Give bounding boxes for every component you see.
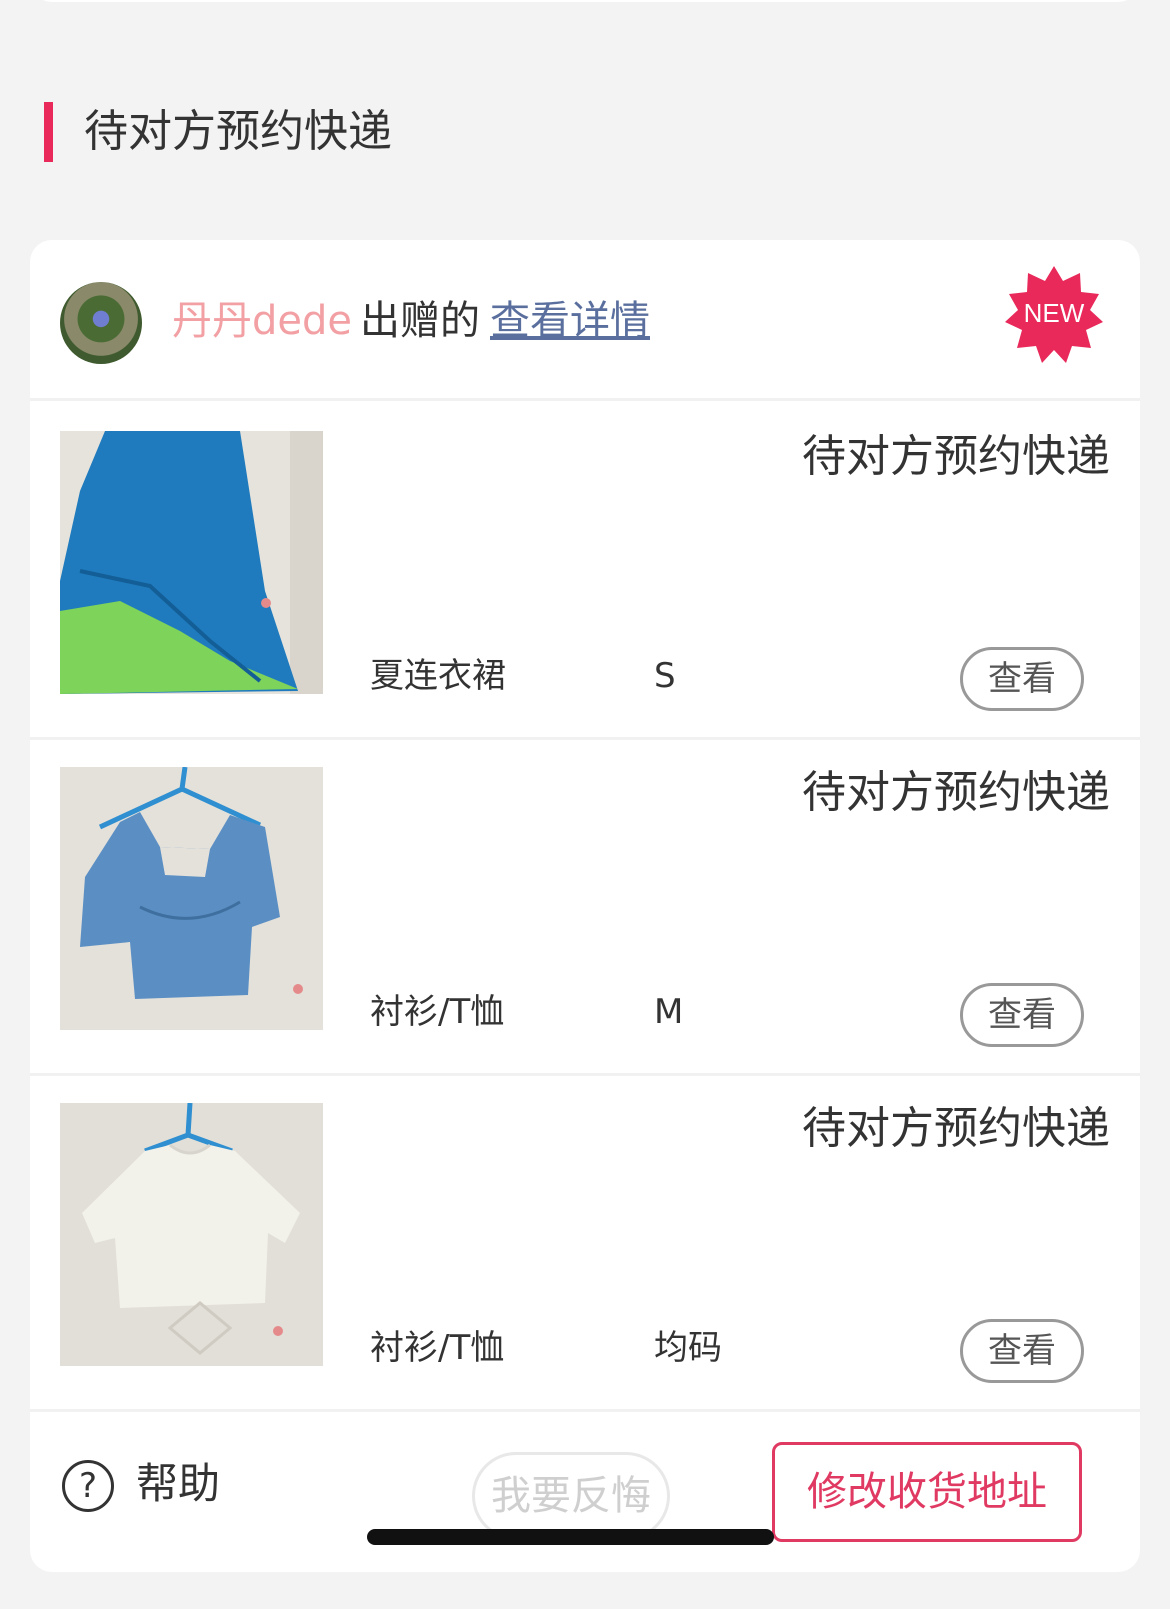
item-size: 均码 [654, 1328, 722, 1368]
item-size: S [654, 656, 676, 696]
item-row[interactable]: 待对方预约快递 夏连衣裙 S 查看 [30, 401, 1140, 740]
new-badge-label: NEW [1024, 298, 1085, 328]
view-button[interactable]: 查看 [960, 1319, 1084, 1383]
item-category: 衬衫/T恤 [370, 992, 505, 1032]
item-category: 衬衫/T恤 [370, 1328, 505, 1368]
card-header: 丹丹dede 出赠的 查看详情 NEW [30, 240, 1140, 401]
edit-address-button[interactable]: 修改收货地址 [772, 1442, 1082, 1542]
section-title: 待对方预约快递 [84, 106, 392, 157]
help-icon[interactable]: ? [62, 1460, 114, 1512]
donor-suffix: 出赠的 [360, 298, 480, 344]
header-text: 丹丹dede 出赠的 查看详情 [172, 286, 650, 356]
previous-card [30, 0, 1140, 2]
accent-bar [44, 102, 53, 162]
item-status: 待对方预约快递 [802, 431, 1110, 482]
item-size: M [654, 992, 684, 1032]
home-indicator [367, 1529, 774, 1545]
view-details-link[interactable]: 查看详情 [490, 298, 650, 344]
card-footer: ? 帮助 我要反悔 修改收货地址 [30, 1412, 1140, 1572]
view-button[interactable]: 查看 [960, 983, 1084, 1047]
view-button[interactable]: 查看 [960, 647, 1084, 711]
item-row[interactable]: 待对方预约快递 衬衫/T恤 均码 查看 [30, 1073, 1140, 1412]
donor-name[interactable]: 丹丹dede [172, 298, 352, 344]
help-label[interactable]: 帮助 [136, 1454, 220, 1514]
item-row[interactable]: 待对方预约快递 衬衫/T恤 M 查看 [30, 737, 1140, 1076]
regret-button[interactable]: 我要反悔 [472, 1452, 670, 1540]
item-status: 待对方预约快递 [802, 1103, 1110, 1154]
avatar[interactable] [60, 282, 142, 364]
item-photo[interactable] [60, 431, 323, 694]
item-photo[interactable] [60, 1103, 323, 1366]
item-category: 夏连衣裙 [370, 656, 506, 696]
item-status: 待对方预约快递 [802, 767, 1110, 818]
new-badge: NEW [1005, 266, 1103, 363]
item-photo[interactable] [60, 767, 323, 1030]
donation-card: 丹丹dede 出赠的 查看详情 NEW 待对方预约快递 夏连衣裙 S 查看 待对… [30, 240, 1140, 1572]
